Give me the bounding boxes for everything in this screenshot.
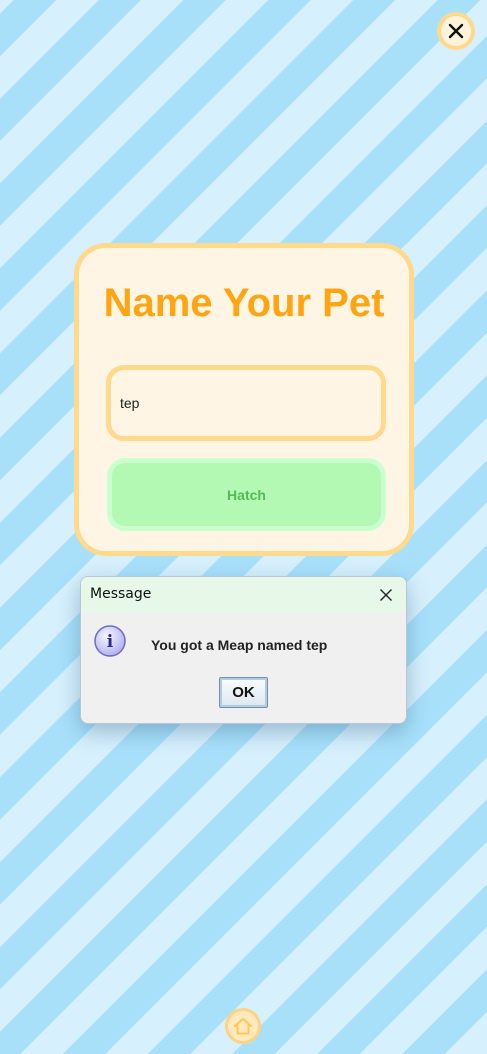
- home-button[interactable]: [225, 1008, 261, 1044]
- ok-button[interactable]: OK: [219, 677, 268, 708]
- close-app-button[interactable]: [437, 12, 475, 50]
- dialog-close-button[interactable]: [372, 581, 400, 609]
- dialog-titlebar: Message: [81, 577, 406, 613]
- info-icon: i: [94, 625, 126, 657]
- close-icon: [448, 23, 464, 39]
- dialog-title: Message: [90, 586, 152, 602]
- dialog-message: You got a Meap named tep: [151, 637, 328, 653]
- home-icon: [234, 1018, 252, 1035]
- message-dialog: Message i You got a Meap named tep OK: [80, 576, 407, 724]
- name-pet-card: Name Your Pet Hatch: [74, 243, 414, 556]
- svg-text:i: i: [107, 632, 114, 652]
- close-icon: [380, 589, 392, 601]
- pet-name-input[interactable]: [106, 365, 386, 441]
- page-title: Name Your Pet: [103, 281, 385, 325]
- hatch-button[interactable]: Hatch: [107, 458, 386, 531]
